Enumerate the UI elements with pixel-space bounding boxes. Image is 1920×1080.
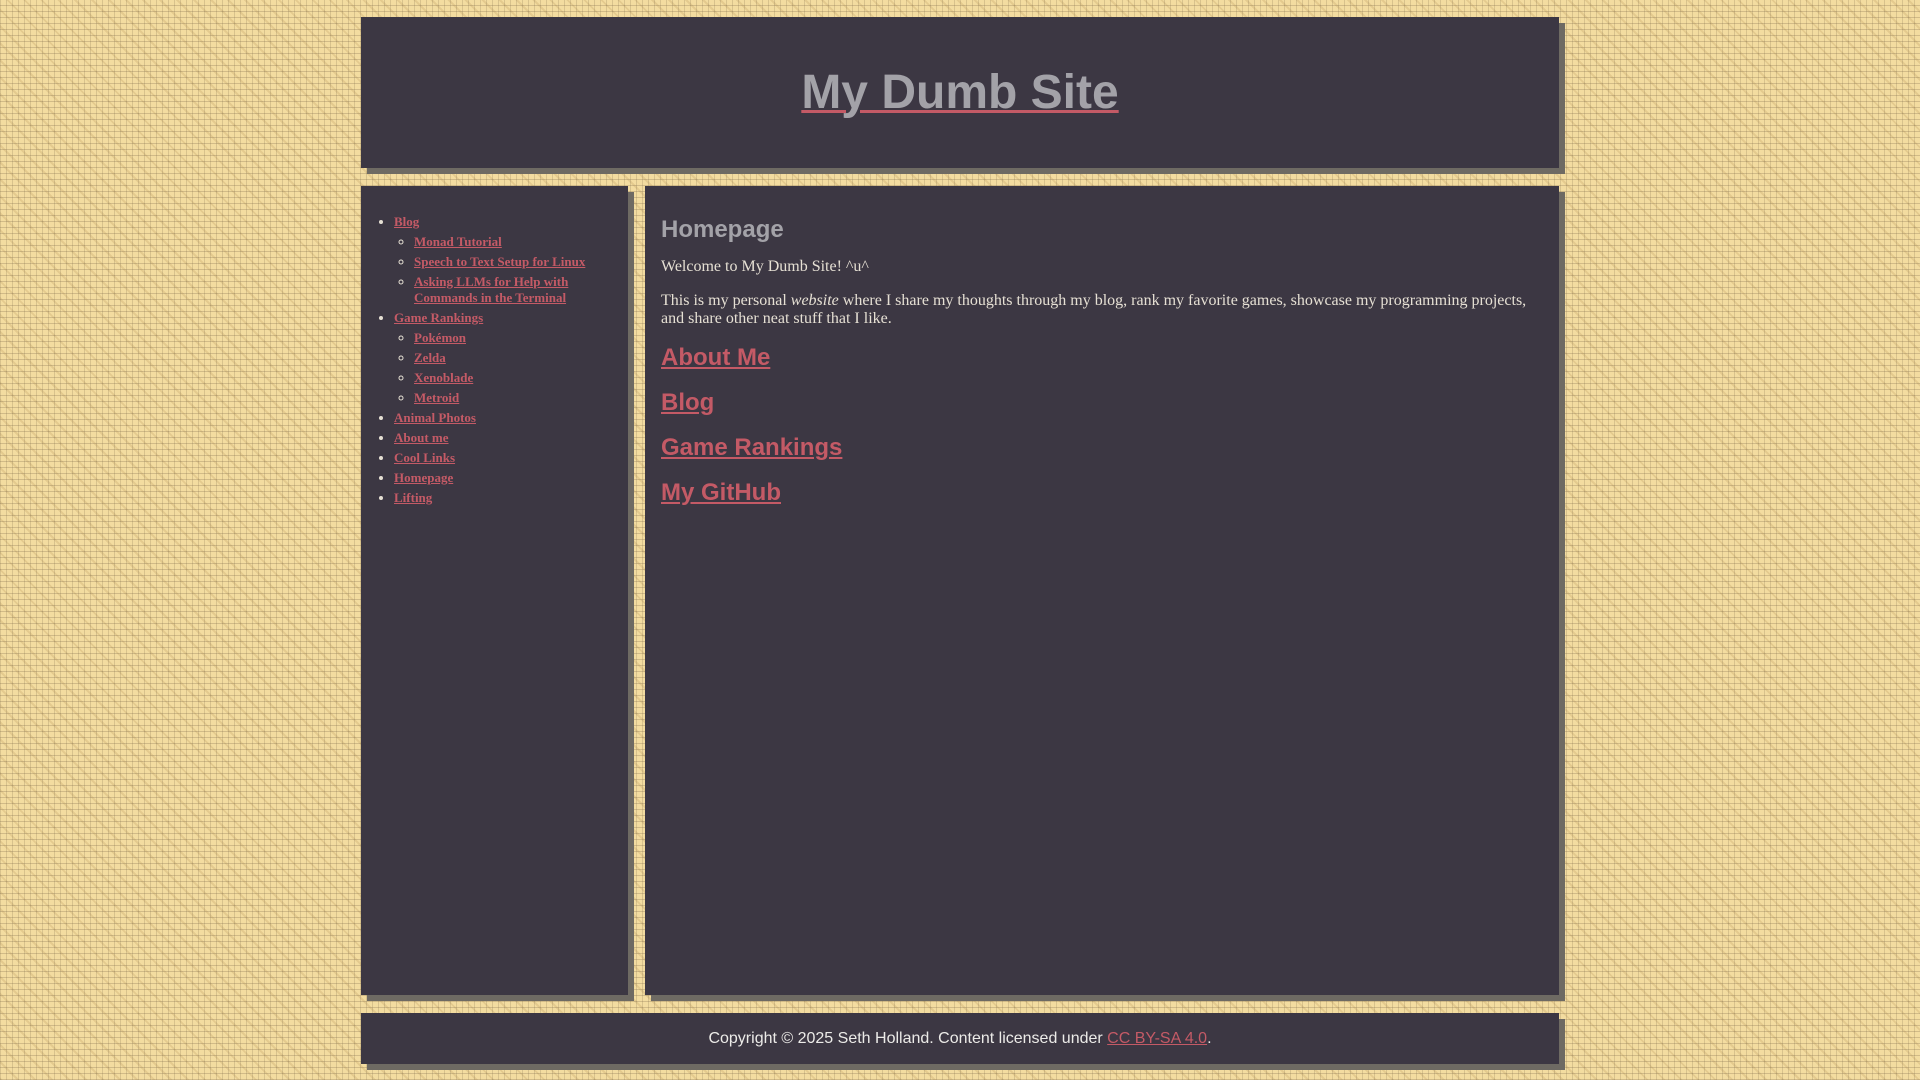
sidebar-link-homepage[interactable]: Homepage (394, 470, 453, 485)
about-me-link[interactable]: About Me (661, 344, 770, 371)
sidebar-item-xenoblade: Xenoblade (414, 370, 616, 386)
sidebar-link-game-rankings[interactable]: Game Rankings (394, 310, 483, 325)
sidebar-link-xenoblade[interactable]: Xenoblade (414, 370, 473, 385)
sidebar-list: Blog Monad Tutorial Speech to Text Setup… (361, 214, 616, 506)
sidebar-link-speech-to-text[interactable]: Speech to Text Setup for Linux (414, 254, 585, 269)
section-about-me: About Me (661, 344, 1539, 372)
sidebar-item-homepage: Homepage (394, 470, 616, 486)
sidebar-link-cool-links[interactable]: Cool Links (394, 450, 455, 465)
sidebar-item-lifting: Lifting (394, 490, 616, 506)
sidebar-item-blog: Blog Monad Tutorial Speech to Text Setup… (394, 214, 616, 306)
site-footer: Copyright © 2025 Seth Holland. Content l… (361, 1013, 1559, 1064)
sidebar-link-pokemon[interactable]: Pokémon (414, 330, 466, 345)
blog-link[interactable]: Blog (661, 389, 714, 416)
site-title-link[interactable]: My Dumb Site (801, 65, 1118, 120)
sidebar-item-game-rankings: Game Rankings Pokémon Zelda Xenoblade Me… (394, 310, 616, 406)
footer-period: . (1207, 1029, 1212, 1047)
main-content: Homepage Welcome to My Dumb Site! ^u^ Th… (645, 186, 1559, 995)
game-rankings-link[interactable]: Game Rankings (661, 434, 842, 461)
sidebar-item-cool-links: Cool Links (394, 450, 616, 466)
sidebar-item-zelda: Zelda (414, 350, 616, 366)
sidebar-link-monad-tutorial[interactable]: Monad Tutorial (414, 234, 502, 249)
section-blog: Blog (661, 389, 1539, 417)
section-game-rankings: Game Rankings (661, 434, 1539, 462)
sidebar-item-about-me: About me (394, 430, 616, 446)
intro-paragraph: This is my personal website where I shar… (661, 292, 1539, 328)
sidebar-item-speech-to-text: Speech to Text Setup for Linux (414, 254, 616, 270)
site-header: My Dumb Site (361, 17, 1559, 168)
sidebar-link-blog[interactable]: Blog (394, 214, 419, 229)
sidebar-sublist-game-rankings: Pokémon Zelda Xenoblade Metroid (394, 330, 616, 406)
sidebar-item-pokemon: Pokémon (414, 330, 616, 346)
sidebar-item-asking-llms: Asking LLMs for Help with Commands in th… (414, 274, 616, 306)
sidebar-link-asking-llms[interactable]: Asking LLMs for Help with Commands in th… (414, 274, 568, 305)
sidebar-link-metroid[interactable]: Metroid (414, 390, 459, 405)
copyright-text: Copyright © 2025 Seth Holland. Content l… (708, 1029, 1103, 1047)
sidebar-item-animal-photos: Animal Photos (394, 410, 616, 426)
github-link[interactable]: My GitHub (661, 479, 781, 506)
sidebar-item-monad-tutorial: Monad Tutorial (414, 234, 616, 250)
section-github: My GitHub (661, 479, 1539, 507)
sidebar-item-metroid: Metroid (414, 390, 616, 406)
page-title: Homepage (661, 216, 784, 243)
welcome-text: Welcome to My Dumb Site! ^u^ (661, 258, 869, 275)
sidebar-link-animal-photos[interactable]: Animal Photos (394, 410, 476, 425)
intro-emphasis: website (790, 292, 839, 309)
intro-text-start: This is my personal (661, 292, 791, 309)
sidebar-nav: Blog Monad Tutorial Speech to Text Setup… (361, 186, 628, 995)
sidebar-sublist-blog: Monad Tutorial Speech to Text Setup for … (394, 234, 616, 306)
sidebar-link-zelda[interactable]: Zelda (414, 350, 446, 365)
license-link[interactable]: CC BY-SA 4.0 (1107, 1030, 1207, 1048)
sidebar-link-lifting[interactable]: Lifting (394, 490, 432, 505)
sidebar-link-about-me[interactable]: About me (394, 430, 449, 445)
